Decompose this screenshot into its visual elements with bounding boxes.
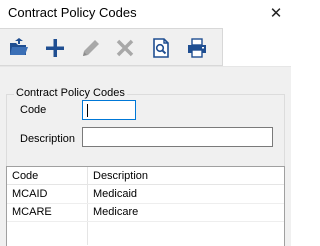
cell-code: MCARE bbox=[12, 206, 52, 218]
cell-code: MCAID bbox=[12, 188, 48, 200]
edit-button[interactable] bbox=[76, 33, 106, 63]
description-label: Description bbox=[20, 133, 76, 145]
preview-icon bbox=[153, 38, 169, 58]
close-button[interactable]: ✕ bbox=[261, 0, 291, 26]
code-input[interactable] bbox=[82, 100, 136, 120]
table-row[interactable]: MCARE Medicare bbox=[7, 204, 284, 221]
cell-description: Medicare bbox=[93, 206, 139, 218]
open-folder-icon bbox=[10, 38, 28, 55]
column-header-description[interactable]: Description bbox=[88, 167, 284, 185]
add-button[interactable] bbox=[40, 33, 70, 63]
close-icon: ✕ bbox=[269, 5, 283, 22]
text-caret bbox=[87, 104, 88, 117]
row-divider bbox=[7, 221, 284, 222]
groupbox-title: Contract Policy Codes bbox=[14, 87, 127, 99]
edit-icon bbox=[83, 40, 99, 56]
list-header: Code Description bbox=[7, 167, 284, 185]
preview-button[interactable] bbox=[146, 33, 176, 63]
title-bar: Contract Policy Codes ✕ bbox=[0, 0, 291, 26]
cell-description: Medicaid bbox=[93, 188, 138, 200]
delete-button[interactable] bbox=[110, 33, 140, 63]
window-title: Contract Policy Codes bbox=[8, 5, 137, 20]
toolbar bbox=[0, 28, 223, 66]
column-header-code[interactable]: Code bbox=[7, 167, 87, 185]
print-button[interactable] bbox=[182, 33, 212, 63]
code-label: Code bbox=[20, 104, 47, 116]
add-icon bbox=[46, 39, 64, 57]
table-row[interactable]: MCAID Medicaid bbox=[7, 186, 284, 203]
open-button[interactable] bbox=[4, 33, 34, 63]
codes-list[interactable]: Code Description MCAID Medicaid MCARE Me… bbox=[6, 166, 285, 246]
description-input[interactable] bbox=[82, 127, 273, 147]
delete-icon bbox=[116, 39, 134, 57]
print-icon bbox=[188, 38, 206, 58]
